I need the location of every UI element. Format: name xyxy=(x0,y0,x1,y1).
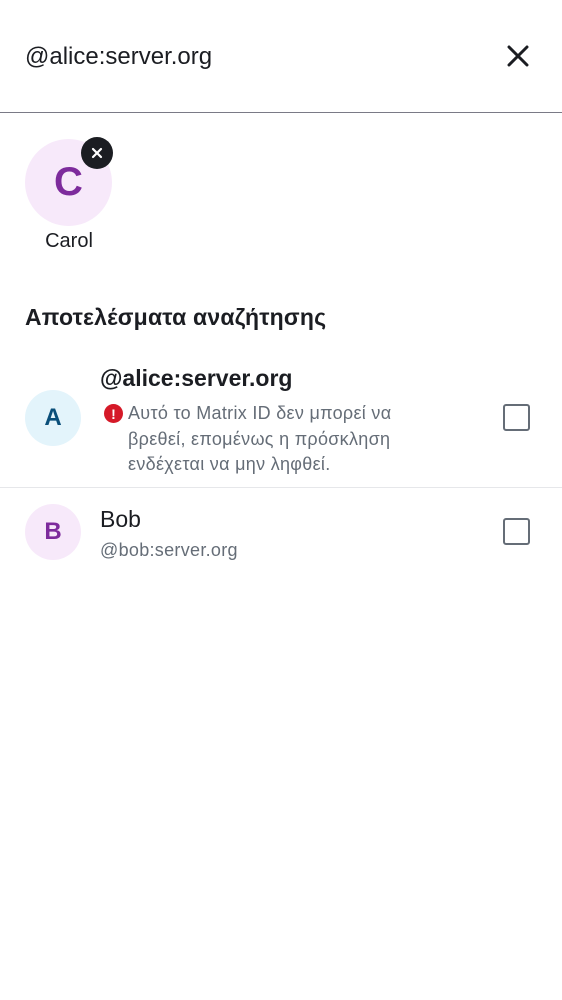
list-divider xyxy=(0,487,562,488)
close-icon xyxy=(507,45,529,67)
user-name: Bob xyxy=(100,506,141,532)
list-item[interactable]: B Bob @bob:server.org xyxy=(0,489,562,575)
search-bar xyxy=(0,0,562,113)
avatar: A xyxy=(25,390,81,446)
user-id: @alice:server.org xyxy=(100,365,293,391)
error-icon: ! xyxy=(104,404,123,423)
section-title: Αποτελέσματα αναζήτησης xyxy=(25,304,327,330)
error-glyph: ! xyxy=(111,405,116,422)
user-id: @bob:server.org xyxy=(100,540,238,560)
select-checkbox[interactable] xyxy=(503,404,530,431)
selected-user-chip: C Carol xyxy=(24,137,114,258)
avatar-initial: C xyxy=(54,160,83,204)
avatar-initial: A xyxy=(44,404,62,431)
avatar: B xyxy=(25,504,81,560)
list-item[interactable]: A @alice:server.org ! Αυτό το Matrix ID … xyxy=(0,355,562,488)
avatar-initial: B xyxy=(44,518,62,545)
close-icon xyxy=(91,147,103,159)
search-divider xyxy=(0,112,562,113)
search-input[interactable] xyxy=(25,38,465,76)
chip-name: Carol xyxy=(45,230,93,252)
warning-text: Αυτό το Matrix ID δεν μπορεί να βρεθεί, … xyxy=(128,403,392,474)
remove-chip-button[interactable] xyxy=(81,137,113,169)
select-checkbox[interactable] xyxy=(503,518,530,545)
close-button[interactable] xyxy=(498,36,538,76)
